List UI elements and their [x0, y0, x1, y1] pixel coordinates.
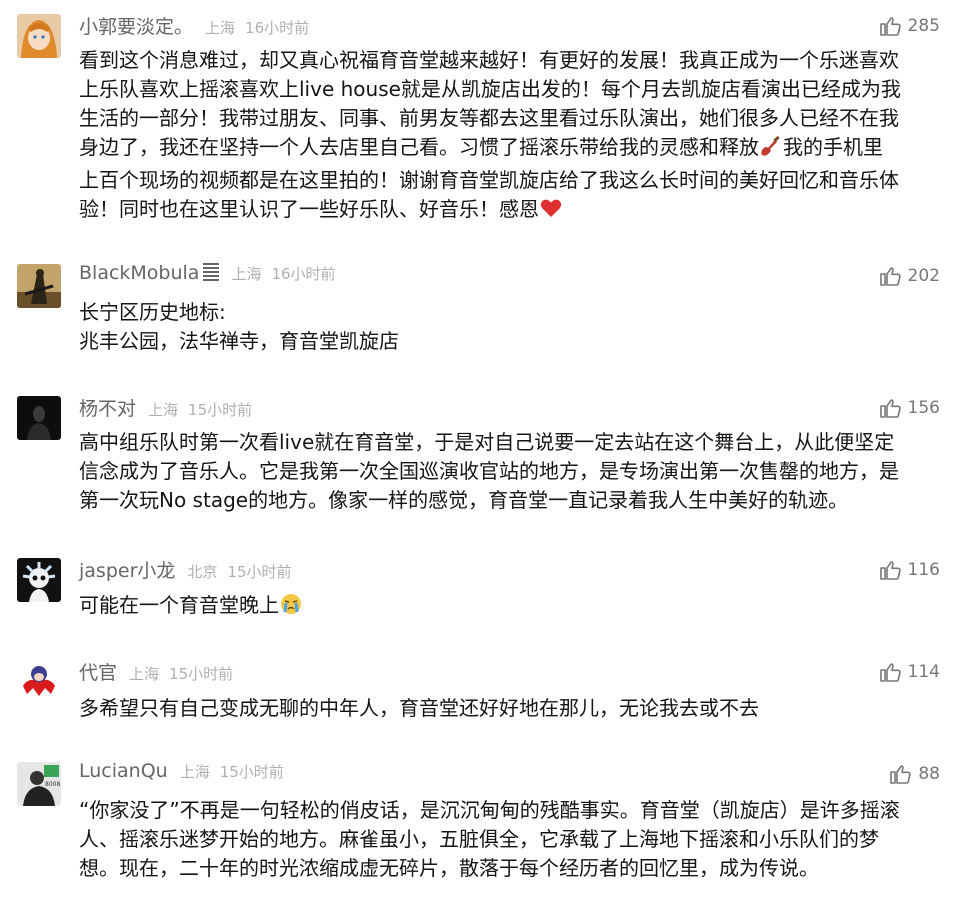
like-count: 202 — [907, 266, 940, 286]
comment-text: 看到这个消息难过，却又真心祝福育音堂越来越好！有更好的发展！我真正成为一个乐迷喜… — [79, 46, 939, 228]
comment-line: 多希望只有自己变成无聊的中年人，育音堂还好好地在那儿，无论我去或不去 — [79, 696, 759, 720]
like-button[interactable]: 88 — [888, 762, 940, 786]
comment-line-with-emoji: 身边了，我还在坚持一个人去店里自己看。习惯了摇滚乐带给我的灵感和释放 我的手机里 — [79, 133, 939, 166]
avatar[interactable] — [17, 558, 61, 602]
location: 上海 — [148, 401, 179, 419]
comment-line: 上乐队喜欢上摇滚喜欢上live house就是从凯旋店出发的！每个月去凯旋店看演… — [79, 77, 901, 101]
username[interactable]: 小郭要淡定。 — [79, 12, 193, 39]
comment-meta: LucianQu 上海 15小时前 — [79, 760, 284, 792]
comment-meta: 代官 上海 15小时前 — [79, 658, 233, 690]
comment-meta: 小郭要淡定。 上海 16小时前 — [79, 12, 309, 44]
comment-meta: BlackMobula 上海 16小时前 — [79, 262, 336, 294]
timestamp: 15小时前 — [219, 763, 284, 781]
comment-line: 生活的一部分！我带过朋友、同事、前男友等都去这里看过乐队演出，她们很多人已经不在… — [79, 106, 899, 130]
comment-line: 想。现在，二十年的时光浓缩成虚无碎片，散落于每个经历者的回忆里，成为传说。 — [79, 856, 819, 880]
comment-line-with-emoji: 验！同时也在这里认识了一些好乐队、好音乐！感恩 — [79, 195, 939, 228]
comment-text: 高中组乐队时第一次看live就在育音堂，于是对自己说要一定去站在这个舞台上，从此… — [79, 428, 939, 515]
comment-text: 可能在一个育音堂晚上 — [79, 591, 939, 624]
avatar[interactable] — [17, 264, 61, 308]
comment-line-part: 验！同时也在这里认识了一些好乐队、好音乐！感恩 — [79, 197, 539, 221]
comment-text: “你家没了”不再是一句轻松的俏皮话，是沉沉甸甸的残酷事实。育音堂（凯旋店）是许多… — [79, 796, 939, 883]
thumbs-up-icon — [879, 663, 901, 682]
comment-text: 多希望只有自己变成无聊的中年人，育音堂还好好地在那儿，无论我去或不去 — [79, 694, 939, 723]
comment-line: 兆丰公园，法华禅寺，育音堂凯旋店 — [79, 329, 399, 353]
avatar-badge-text: 8008 — [45, 781, 60, 788]
comment-list: 小郭要淡定。 上海 16小时前 285 看到这个消息难过，却又真心祝福育音堂越来… — [0, 0, 960, 908]
thumbs-up-icon — [879, 561, 901, 580]
timestamp: 15小时前 — [227, 563, 292, 581]
thumbs-up-icon — [890, 765, 912, 784]
username[interactable]: BlackMobula — [79, 262, 220, 284]
like-button[interactable]: 116 — [878, 558, 940, 582]
comment-line-part: 我的手机里 — [783, 135, 883, 159]
comment-line-part: 身边了，我还在坚持一个人去店里自己看。习惯了摇滚乐带给我的灵感和释放 — [79, 135, 759, 159]
username-text: BlackMobula — [79, 262, 200, 284]
comment-meta: 杨不对 上海 15小时前 — [79, 394, 252, 426]
comment-line: 长宁区历史地标: — [79, 300, 226, 324]
comment-line: 第一次玩No stage的地方。像家一样的感觉，育音堂一直记录着我人生中美好的轨… — [79, 488, 849, 512]
location: 上海 — [179, 763, 210, 781]
timestamp: 16小时前 — [245, 19, 310, 37]
comment-line-part: 可能在一个育音堂晚上 — [79, 593, 279, 617]
like-count: 156 — [907, 398, 940, 418]
comment-line: 看到这个消息难过，却又真心祝福育音堂越来越好！有更好的发展！我真正成为一个乐迷喜… — [79, 48, 899, 72]
comment-meta: jasper小龙 北京 15小时前 — [79, 556, 292, 588]
avatar[interactable] — [17, 660, 61, 704]
like-button[interactable]: 114 — [878, 660, 940, 684]
guitar-emoji-icon — [759, 134, 783, 166]
menu-bars-icon — [203, 263, 220, 281]
comment-line-with-emoji: 可能在一个育音堂晚上 — [79, 591, 939, 624]
like-button[interactable]: 156 — [878, 396, 940, 420]
like-count: 88 — [918, 764, 940, 784]
timestamp: 15小时前 — [169, 665, 234, 683]
heart-emoji-icon — [539, 196, 563, 228]
location: 上海 — [129, 665, 160, 683]
avatar[interactable] — [17, 396, 61, 440]
username[interactable]: jasper小龙 — [79, 556, 175, 583]
crying-face-emoji-icon — [279, 592, 303, 624]
location: 上海 — [231, 265, 262, 283]
username[interactable]: 杨不对 — [79, 394, 136, 421]
comment-text: 长宁区历史地标: 兆丰公园，法华禅寺，育音堂凯旋店 — [79, 298, 939, 356]
like-count: 116 — [907, 560, 940, 580]
avatar[interactable] — [17, 14, 61, 58]
comment-line: 上百个现场的视频都是在这里拍的！谢谢育音堂凯旋店给了我这么长时间的美好回忆和音乐… — [79, 168, 899, 192]
comment-line: 信念成为了音乐人。它是我第一次全国巡演收官站的地方，是专场演出第一次售罄的地方，… — [79, 459, 899, 483]
timestamp: 16小时前 — [271, 265, 336, 283]
location: 上海 — [205, 19, 236, 37]
comment-line: 高中组乐队时第一次看live就在育音堂，于是对自己说要一定去站在这个舞台上，从此… — [79, 430, 895, 454]
location: 北京 — [187, 563, 218, 581]
username[interactable]: LucianQu — [79, 760, 168, 782]
like-count: 285 — [907, 16, 940, 36]
thumbs-up-icon — [879, 17, 901, 36]
comment-line: “你家没了”不再是一句轻松的俏皮话，是沉沉甸甸的残酷事实。育音堂（凯旋店）是许多… — [79, 798, 900, 822]
timestamp: 15小时前 — [188, 401, 253, 419]
avatar[interactable]: 8008 — [17, 762, 61, 806]
thumbs-up-icon — [879, 267, 901, 286]
thumbs-up-icon — [879, 399, 901, 418]
like-button[interactable]: 202 — [878, 264, 940, 288]
username[interactable]: 代官 — [79, 658, 117, 685]
like-count: 114 — [907, 662, 940, 682]
like-button[interactable]: 285 — [878, 14, 940, 38]
comment-line: 人、摇滚乐迷梦开始的地方。麻雀虽小，五脏俱全，它承载了上海地下摇滚和小乐队们的梦 — [79, 827, 879, 851]
